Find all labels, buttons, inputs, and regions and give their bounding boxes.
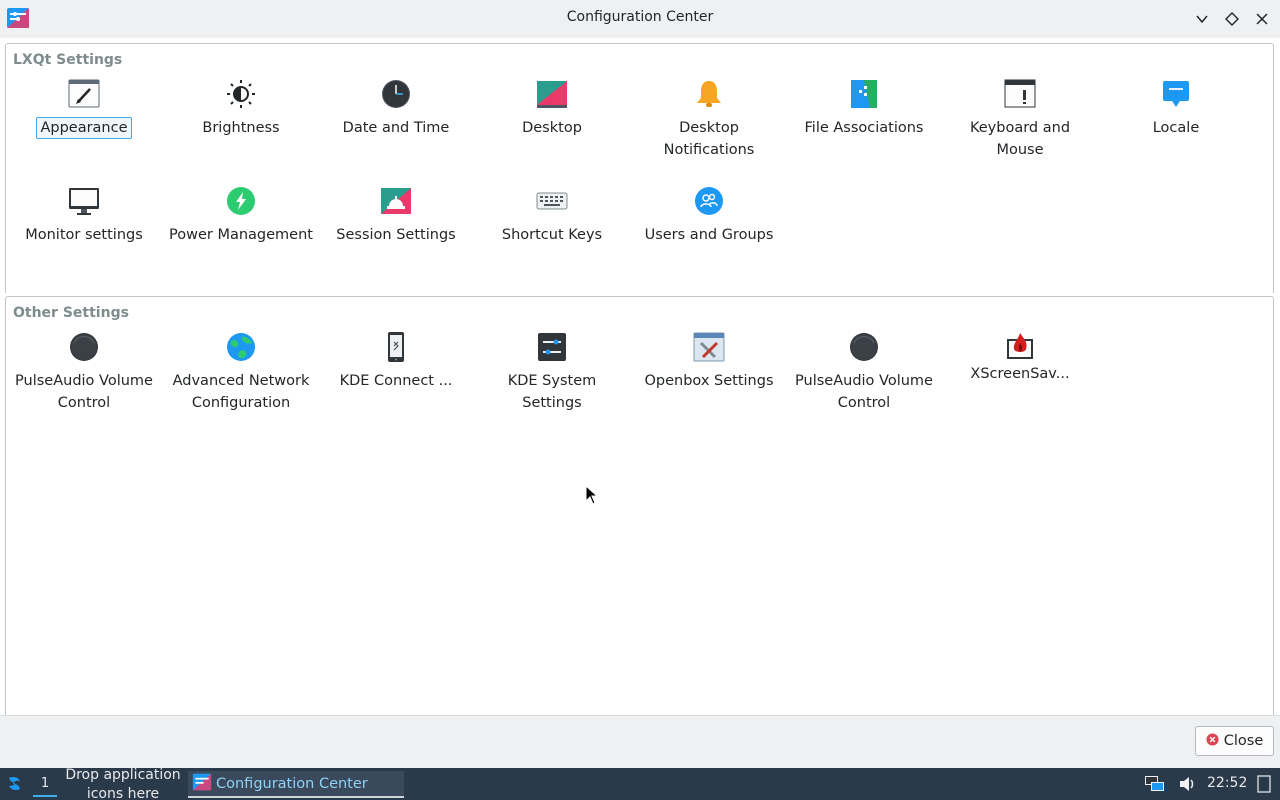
- session-icon: [380, 185, 412, 217]
- settings-item-label: KDE System Settings: [507, 373, 597, 411]
- settings-item-appearance[interactable]: Appearance: [6, 78, 162, 139]
- settings-item-pulseaudio-2[interactable]: PulseAudio Volume Control: [786, 331, 942, 414]
- taskbar-task-label: Configuration Center: [216, 775, 368, 792]
- settings-item-users-and-groups[interactable]: Users and Groups: [631, 185, 787, 246]
- settings-item-kde-connect[interactable]: KDE Connect ...: [318, 331, 474, 392]
- application-menu-icon[interactable]: [0, 768, 30, 800]
- settings-item-label: File Associations: [804, 120, 924, 136]
- settings-item-label: PulseAudio Volume Control: [795, 373, 933, 411]
- locale-icon: [1160, 78, 1192, 110]
- group-title: LXQt Settings: [13, 52, 123, 68]
- clock[interactable]: 22:52: [1207, 775, 1247, 791]
- file-associations-icon: [848, 78, 880, 110]
- settings-item-label: Date and Time: [342, 120, 450, 136]
- pulseaudio-icon: [68, 331, 100, 363]
- settings-item-date-and-time[interactable]: Date and Time: [318, 78, 474, 139]
- settings-item-label: Advanced Network Configuration: [172, 373, 310, 411]
- quicklaunch-drop-hint: Drop application icons here: [65, 767, 181, 800]
- settings-item-label: Power Management: [169, 227, 313, 243]
- close-circle-icon: [1206, 732, 1219, 750]
- settings-item-pulseaudio-1[interactable]: PulseAudio Volume Control: [6, 331, 162, 414]
- settings-item-locale[interactable]: Locale: [1098, 78, 1254, 139]
- settings-item-file-associations[interactable]: File Associations: [786, 78, 942, 139]
- settings-item-label: Desktop: [522, 120, 582, 136]
- settings-item-keyboard-and-mouse[interactable]: Keyboard and Mouse: [942, 78, 1098, 161]
- settings-item-desktop-notifications[interactable]: Desktop Notifications: [631, 78, 787, 161]
- settings-item-label: Desktop Notifications: [663, 120, 755, 158]
- settings-item-xscreensaver[interactable]: XScreenSav...: [942, 331, 1098, 385]
- users-icon: [693, 185, 725, 217]
- settings-item-shortcut-keys[interactable]: Shortcut Keys: [474, 185, 630, 246]
- configuration-center-icon: [192, 772, 212, 796]
- settings-item-label: Session Settings: [336, 227, 456, 243]
- settings-item-brightness[interactable]: Brightness: [163, 78, 319, 139]
- settings-item-label: PulseAudio Volume Control: [15, 373, 153, 411]
- settings-item-advanced-network-configuration[interactable]: Advanced Network Configuration: [163, 331, 319, 414]
- power-icon: [225, 185, 257, 217]
- settings-item-power-management[interactable]: Power Management: [163, 185, 319, 246]
- settings-item-openbox-settings[interactable]: Openbox Settings: [631, 331, 787, 392]
- monitor-icon: [68, 185, 100, 217]
- settings-item-monitor-settings[interactable]: Monitor settings: [6, 185, 162, 246]
- close-icon[interactable]: [1250, 7, 1274, 31]
- desktop-icon: [536, 78, 568, 110]
- xscreensaver-icon: [1004, 331, 1036, 363]
- settings-item-label: Users and Groups: [644, 227, 774, 243]
- settings-item-label: Keyboard and Mouse: [969, 120, 1071, 158]
- clock-icon: [380, 78, 412, 110]
- window-titlebar[interactable]: Configuration Center: [0, 0, 1280, 38]
- settings-item-desktop[interactable]: Desktop: [474, 78, 630, 139]
- minimize-icon[interactable]: [1190, 7, 1214, 31]
- mouse-cursor-icon: [585, 484, 599, 509]
- appearance-icon: [68, 78, 100, 110]
- system-settings-icon: [536, 331, 568, 363]
- taskbar: 1 Drop application icons here Configurat…: [0, 767, 1280, 800]
- settings-item-label: Brightness: [202, 120, 280, 136]
- settings-item-kde-system-settings[interactable]: KDE System Settings: [474, 331, 630, 414]
- desktop-switcher[interactable]: 1: [33, 771, 57, 797]
- settings-item-session-settings[interactable]: Session Settings: [318, 185, 474, 246]
- taskbar-task-configuration-center[interactable]: Configuration Center: [188, 771, 404, 798]
- settings-item-label: Monitor settings: [25, 227, 143, 243]
- dialog-footer: Close: [0, 715, 1280, 768]
- globe-icon: [225, 331, 257, 363]
- window-title: Configuration Center: [566, 9, 714, 25]
- maximize-icon[interactable]: [1220, 7, 1244, 31]
- settings-item-label: Shortcut Keys: [501, 227, 603, 243]
- settings-item-label: Openbox Settings: [644, 373, 774, 389]
- show-desktop-icon[interactable]: [1254, 772, 1274, 796]
- bell-icon: [693, 78, 725, 110]
- network-icon[interactable]: [1142, 772, 1168, 796]
- close-button[interactable]: Close: [1195, 726, 1274, 756]
- group-title: Other Settings: [13, 305, 129, 321]
- settings-item-label: Locale: [1152, 120, 1200, 136]
- volume-icon[interactable]: [1176, 772, 1198, 796]
- settings-item-label: XScreenSav...: [970, 366, 1070, 382]
- pulseaudio-icon: [848, 331, 880, 363]
- phone-icon: [380, 331, 412, 363]
- brightness-icon: [225, 78, 257, 110]
- keyboard-icon: [536, 185, 568, 217]
- settings-content: LXQt Settings Appearance Brightness Date…: [0, 38, 1280, 715]
- settings-item-label: Appearance: [36, 117, 132, 139]
- settings-item-label: KDE Connect ...: [339, 373, 453, 389]
- openbox-icon: [693, 331, 725, 363]
- keyboard-mouse-icon: [1004, 78, 1036, 110]
- close-button-label: Close: [1223, 733, 1264, 749]
